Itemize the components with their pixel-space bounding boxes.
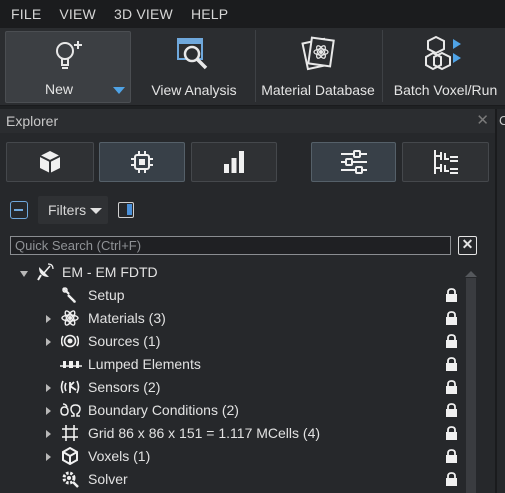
main-toolbar: New View Analysis Material Database Batc… [0,28,505,106]
tree-item-label: Solver [88,471,128,487]
menu-bar: FILE VIEW 3D VIEW HELP [0,0,505,28]
boundary-conditions-icon [60,403,81,417]
tree-item-label: Voxels (1) [88,448,151,464]
menu-help[interactable]: HELP [181,6,236,22]
lock-icon[interactable] [445,380,458,394]
wrench-icon [62,287,76,303]
tree-item-setup[interactable]: Setup [0,284,470,307]
new-dropdown-arrow-icon[interactable] [113,87,125,95]
tree-item-grid[interactable]: Grid 86 x 86 x 151 = 1.117 MCells (4) [0,422,470,445]
quick-search-input[interactable]: Quick Search (Ctrl+F) [10,236,451,255]
toolbar-separator [382,30,383,102]
view-analysis-button[interactable]: View Analysis [138,31,250,103]
menu-file[interactable]: FILE [0,6,49,22]
material-database-button[interactable]: Material Database [258,31,378,103]
new-button-label: New [44,81,73,97]
collapsed-arrow-icon[interactable] [46,453,51,461]
batch-voxel-run-icon [425,35,461,71]
lock-icon[interactable] [445,288,458,302]
batch-voxel-run-button[interactable]: Batch Voxel/Run [388,31,503,103]
expanded-arrow-icon[interactable] [20,271,28,277]
filters-row: Filters [0,195,495,225]
grid-icon [62,425,78,441]
tree-item-lumped-elements[interactable]: Lumped Elements [0,353,470,376]
sliders-icon [340,150,367,174]
collapsed-arrow-icon[interactable] [46,430,51,438]
tree-item-label: Boundary Conditions (2) [88,402,239,418]
tree-item-solver[interactable]: Solver [0,468,470,491]
tree-item-label: Lumped Elements [88,356,201,372]
lock-icon[interactable] [445,403,458,417]
tree-item-label: Grid 86 x 86 x 151 = 1.117 MCells (4) [88,425,321,441]
tree-item-label: Sensors (2) [88,379,161,395]
lock-icon[interactable] [445,472,458,486]
view-button-analysis[interactable] [191,142,277,182]
explorer-title: Explorer [6,113,59,129]
chevron-down-icon [90,208,102,214]
bar-chart-icon [224,151,244,173]
toolbar-separator [255,30,256,102]
filters-dropdown[interactable]: Filters [38,196,108,224]
batch-voxel-run-label: Batch Voxel/Run [393,82,498,98]
collapse-all-button[interactable] [10,201,28,219]
collapsed-arrow-icon[interactable] [46,315,51,323]
lock-icon[interactable] [445,449,458,463]
collapsed-arrow-icon[interactable] [46,407,51,415]
tree-item-label: Materials (3) [88,310,166,326]
material-database-label: Material Database [261,82,375,98]
tree-item-materials[interactable]: Materials (3) [0,307,470,330]
material-database-icon [301,36,335,71]
collapsed-arrow-icon[interactable] [46,338,51,346]
cube-icon [39,151,61,173]
atom-icon [61,310,79,326]
tree-item-sensors[interactable]: Sensors (2) [0,376,470,399]
menu-3d-view[interactable]: 3D VIEW [104,6,181,22]
lumped-element-icon [60,361,82,368]
view-analysis-label: View Analysis [151,82,237,98]
lock-icon[interactable] [445,311,458,325]
collapsed-arrow-icon[interactable] [46,384,51,392]
panel-toggle-icon[interactable] [118,202,134,218]
filters-label: Filters [48,202,87,218]
new-button[interactable]: New [5,31,131,103]
adjacent-panel-edge: C [495,109,505,493]
new-bulb-icon [56,41,82,69]
tree-root-em-fdtd[interactable]: EM - EM FDTD [0,261,470,284]
sensor-icon [60,380,80,394]
solver-gear-icon [62,471,79,488]
lock-icon[interactable] [445,334,458,348]
clear-search-button[interactable]: ✕ [458,236,477,255]
radiating-source-icon [61,334,79,348]
adjacent-panel-title: C [499,113,505,128]
explorer-panel: Filters Quick Search (Ctrl+F) ✕ EM - EM … [0,133,495,493]
tree-root-label: EM - EM FDTD [62,264,158,280]
explorer-header: Explorer ✕ [0,109,495,133]
view-analysis-icon [177,38,208,70]
tree-item-label: Sources (1) [88,333,161,349]
view-button-properties[interactable] [311,142,396,182]
tree-item-sources[interactable]: Sources (1) [0,330,470,353]
chip-icon [131,151,153,173]
hierarchy-icon [433,150,458,174]
view-button-hierarchy[interactable] [402,142,489,182]
satellite-dish-icon [37,263,54,281]
view-button-geometry[interactable] [6,142,94,182]
tree-item-voxels[interactable]: Voxels (1) [0,445,470,468]
view-button-simulations[interactable] [99,142,185,182]
menu-view[interactable]: VIEW [49,6,104,22]
close-icon[interactable]: ✕ [476,109,489,133]
tree-item-boundary-conditions[interactable]: Boundary Conditions (2) [0,399,470,422]
lock-icon[interactable] [445,357,458,371]
lock-icon[interactable] [445,426,458,440]
voxel-cube-icon [62,447,78,465]
tree-item-label: Setup [88,287,125,303]
